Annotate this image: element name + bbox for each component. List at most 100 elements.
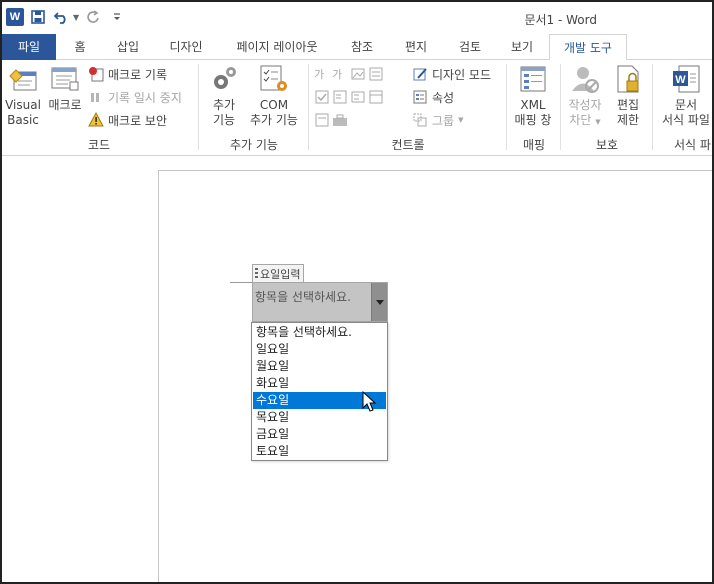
properties-button[interactable]: 속성 xyxy=(412,87,454,107)
document-page[interactable] xyxy=(158,170,712,582)
group-label: 그룹 xyxy=(432,113,455,128)
xml-mapping-icon xyxy=(518,64,548,94)
picture-control-icon[interactable] xyxy=(350,66,366,82)
dropdown-option[interactable]: 월요일 xyxy=(253,358,386,375)
group-separator xyxy=(560,64,561,150)
group-icon xyxy=(412,112,428,128)
dropdown-option[interactable]: 일요일 xyxy=(253,341,386,358)
properties-label: 속성 xyxy=(432,90,455,105)
visual-basic-label-1: Visual xyxy=(5,98,41,112)
rich-text-control-icon[interactable]: 가 xyxy=(314,66,330,82)
document-template-button[interactable]: W 문서 서식 파일 xyxy=(656,64,712,128)
tab-home[interactable]: 홈 xyxy=(64,34,96,60)
content-control-title: 요일입력 xyxy=(260,267,301,281)
mapping-group-label: 매핑 xyxy=(522,138,546,152)
addins-group-label: 추가 기능 xyxy=(230,138,278,152)
templates-group-label: 서식 파 xyxy=(674,138,711,152)
macros-label: 매크로 xyxy=(48,98,82,112)
checkbox-control-icon[interactable] xyxy=(314,89,330,105)
date-picker-control-icon[interactable] xyxy=(368,89,384,105)
tab-design[interactable]: 디자인 xyxy=(160,34,212,60)
block-authors-icon xyxy=(570,64,600,94)
group-separator xyxy=(198,64,199,150)
block-authors-label-1: 작성자 xyxy=(568,98,602,112)
xml-mapping-button[interactable]: XML 매핑 창 xyxy=(512,64,554,128)
document-template-label-1: 문서 xyxy=(674,98,698,112)
control-icons-row-3 xyxy=(314,110,348,130)
tab-page-layout[interactable]: 페이지 레이아웃 xyxy=(224,34,330,60)
group-button[interactable]: 그룹 ▼ xyxy=(412,110,463,130)
record-macro-icon xyxy=(88,66,104,82)
com-addins-label-2: 추가 기능 xyxy=(250,113,298,127)
addins-label-1: 추가 xyxy=(212,98,236,112)
tab-review[interactable]: 검토 xyxy=(448,34,492,60)
controls-group-label: 컨트롤 xyxy=(391,138,425,152)
pause-icon xyxy=(88,89,104,105)
tab-insert[interactable]: 삽입 xyxy=(106,34,150,60)
com-addins-label-1: COM xyxy=(259,98,289,112)
macros-icon xyxy=(50,64,80,94)
group-separator xyxy=(506,64,507,150)
pause-recording-label: 기록 일시 중지 xyxy=(108,90,182,105)
ribbon-tabs: 파일 홈 삽입 디자인 페이지 레이아웃 참조 편지 검토 보기 개발 도구 xyxy=(2,34,712,61)
block-authors-button[interactable]: 작성자 차단 ▼ xyxy=(564,64,606,130)
pause-recording-button[interactable]: 기록 일시 중지 xyxy=(88,87,182,107)
com-addins-button[interactable]: COM 추가 기능 xyxy=(246,64,302,128)
tab-developer[interactable]: 개발 도구 xyxy=(549,34,627,61)
warning-icon xyxy=(88,111,104,128)
group-separator xyxy=(308,64,309,150)
macros-button[interactable]: 매크로 xyxy=(46,64,84,113)
design-mode-label: 디자인 모드 xyxy=(432,67,492,82)
visual-basic-icon xyxy=(8,64,38,94)
macro-security-button[interactable]: 매크로 보안 xyxy=(88,110,167,130)
xml-mapping-label-1: XML xyxy=(520,98,546,112)
restrict-editing-icon xyxy=(613,64,643,94)
code-group-label: 코드 xyxy=(87,138,111,152)
addins-label-2: 기능 xyxy=(212,113,236,127)
addins-button[interactable]: 추가 기능 xyxy=(206,64,242,128)
title-bar: W ▼ 문서1 - Word xyxy=(2,2,712,34)
restrict-editing-label-2: 제한 xyxy=(616,113,640,127)
margin-marker xyxy=(230,282,252,283)
chevron-down-icon[interactable] xyxy=(371,283,387,321)
visual-basic-button[interactable]: Visual Basic xyxy=(4,64,42,128)
tab-mailings[interactable]: 편지 xyxy=(394,34,438,60)
repeating-section-control-icon[interactable] xyxy=(314,112,330,128)
design-mode-icon xyxy=(412,66,428,82)
dropdown-option[interactable]: 토요일 xyxy=(253,443,386,460)
word-window: W ▼ 문서1 - Word 파일 홈 삽입 디자인 페이지 레이아웃 참조 편… xyxy=(0,0,714,584)
combo-box-control-icon[interactable] xyxy=(332,89,348,105)
ribbon: Visual Basic 매크로 매크로 기록 기록 일시 중지 매크로 보안 … xyxy=(2,60,712,156)
restrict-editing-label-1: 편집 xyxy=(616,98,640,112)
record-macro-label: 매크로 기록 xyxy=(108,67,168,82)
com-addins-icon xyxy=(259,64,289,94)
grip-icon[interactable] xyxy=(255,268,258,279)
group-dropdown-icon: ▼ xyxy=(458,116,464,124)
macro-security-label: 매크로 보안 xyxy=(108,113,168,128)
plain-text-control-icon[interactable]: 가 xyxy=(332,66,348,82)
building-block-control-icon[interactable] xyxy=(368,66,384,82)
tab-references[interactable]: 참조 xyxy=(340,34,384,60)
dropdown-content-control[interactable]: 항목을 선택하세요. xyxy=(252,282,388,322)
dropdown-option[interactable]: 항목을 선택하세요. xyxy=(253,324,386,341)
dropdown-list-control-icon[interactable] xyxy=(350,89,366,105)
protect-group-label: 보호 xyxy=(595,138,619,152)
record-macro-button[interactable]: 매크로 기록 xyxy=(88,64,167,84)
dropdown-option[interactable]: 화요일 xyxy=(253,375,386,392)
restrict-editing-button[interactable]: 편집 제한 xyxy=(610,64,646,128)
content-control-title-tab[interactable]: 요일입력 xyxy=(252,264,305,282)
block-authors-label-2: 차단 ▼ xyxy=(569,113,601,127)
visual-basic-label-2: Basic xyxy=(7,113,39,127)
tab-view[interactable]: 보기 xyxy=(500,34,544,60)
document-template-icon: W xyxy=(671,64,701,94)
dropdown-option[interactable]: 금요일 xyxy=(253,426,386,443)
control-icons-row-2 xyxy=(314,87,384,107)
design-mode-button[interactable]: 디자인 모드 xyxy=(412,64,491,84)
svg-text:W: W xyxy=(675,74,686,86)
addins-gear-icon xyxy=(209,64,239,94)
tab-file[interactable]: 파일 xyxy=(2,34,56,60)
legacy-tools-icon[interactable] xyxy=(332,112,348,128)
properties-icon xyxy=(412,89,428,105)
document-template-label-2: 서식 파일 xyxy=(662,113,710,127)
control-icons-row-1: 가 가 xyxy=(314,64,384,84)
